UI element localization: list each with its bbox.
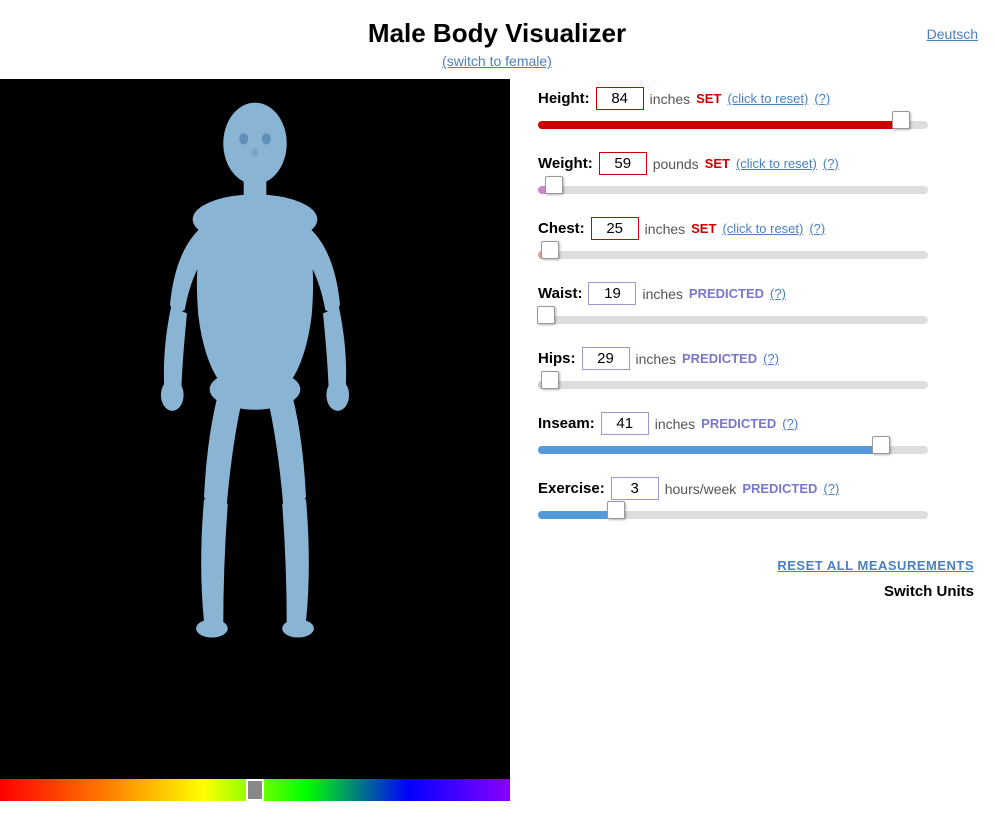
inseam-slider-track — [538, 446, 928, 454]
exercise-input[interactable] — [611, 477, 659, 500]
waist-slider[interactable] — [538, 311, 928, 329]
chest-slider-track — [538, 251, 928, 259]
color-gradient-bar[interactable] — [0, 779, 510, 801]
inseam-status: PREDICTED — [701, 416, 776, 431]
chest-help-link[interactable]: (?) — [809, 221, 825, 236]
chest-label: Chest: — [538, 220, 585, 237]
waist-label: Waist: — [538, 285, 582, 302]
weight-status: SET — [705, 156, 730, 171]
hips-input[interactable] — [582, 347, 630, 370]
exercise-label: Exercise: — [538, 480, 605, 497]
chest-input[interactable] — [591, 217, 639, 240]
main-container: Height: inches SET (click to reset) (?) … — [0, 79, 994, 801]
height-slider-thumb[interactable] — [892, 111, 910, 129]
inseam-row: Inseam: inches PREDICTED (?) — [538, 412, 974, 459]
language-selector[interactable]: Deutsch — [927, 26, 978, 42]
weight-help-link[interactable]: (?) — [823, 156, 839, 171]
weight-slider[interactable] — [538, 181, 928, 199]
chest-slider-thumb[interactable] — [541, 241, 559, 259]
inseam-slider[interactable] — [538, 441, 928, 459]
hips-unit: inches — [636, 351, 676, 367]
waist-help-link[interactable]: (?) — [770, 286, 786, 301]
weight-input[interactable] — [599, 152, 647, 175]
exercise-slider[interactable] — [538, 506, 928, 524]
hips-slider-track — [538, 381, 928, 389]
height-slider-track — [538, 121, 928, 129]
weight-reset-link[interactable]: (click to reset) — [736, 156, 817, 171]
exercise-help-link[interactable]: (?) — [823, 481, 839, 496]
waist-slider-track — [538, 316, 928, 324]
inseam-input[interactable] — [601, 412, 649, 435]
height-unit: inches — [650, 91, 690, 107]
exercise-unit: hours/week — [665, 481, 737, 497]
waist-unit: inches — [642, 286, 682, 302]
exercise-slider-fill — [538, 511, 616, 519]
body-figure — [0, 79, 510, 779]
hips-status: PREDICTED — [682, 351, 757, 366]
hips-row: Hips: inches PREDICTED (?) — [538, 347, 974, 394]
visualizer-panel — [0, 79, 510, 801]
exercise-row: Exercise: hours/week PREDICTED (?) — [538, 477, 974, 524]
height-slider[interactable] — [538, 116, 928, 134]
inseam-slider-thumb[interactable] — [872, 436, 890, 454]
weight-label: Weight: — [538, 155, 593, 172]
height-status: SET — [696, 91, 721, 106]
waist-row: Waist: inches PREDICTED (?) — [538, 282, 974, 329]
inseam-unit: inches — [655, 416, 695, 432]
height-help-link[interactable]: (?) — [814, 91, 830, 106]
chest-reset-link[interactable]: (click to reset) — [722, 221, 803, 236]
controls-panel: Height: inches SET (click to reset) (?) … — [510, 79, 994, 801]
height-slider-fill — [538, 121, 901, 129]
hips-slider-thumb[interactable] — [541, 371, 559, 389]
waist-slider-thumb[interactable] — [537, 306, 555, 324]
switch-units-button[interactable]: Switch Units — [884, 583, 974, 600]
inseam-slider-fill — [538, 446, 881, 454]
height-row: Height: inches SET (click to reset) (?) — [538, 87, 974, 134]
reset-all-button[interactable]: RESET ALL MEASUREMENTS — [777, 558, 974, 573]
waist-status: PREDICTED — [689, 286, 764, 301]
chest-slider[interactable] — [538, 246, 928, 264]
exercise-slider-track — [538, 511, 928, 519]
waist-input[interactable] — [588, 282, 636, 305]
bottom-buttons: RESET ALL MEASUREMENTS Switch Units — [538, 558, 974, 600]
chest-row: Chest: inches SET (click to reset) (?) — [538, 217, 974, 264]
chest-status: SET — [691, 221, 716, 236]
hips-help-link[interactable]: (?) — [763, 351, 779, 366]
body-model-svg — [95, 89, 415, 769]
weight-slider-thumb[interactable] — [545, 176, 563, 194]
exercise-slider-thumb[interactable] — [607, 501, 625, 519]
page-title: Male Body Visualizer — [0, 18, 994, 49]
color-bar-thumb[interactable] — [246, 779, 264, 801]
height-reset-link[interactable]: (click to reset) — [727, 91, 808, 106]
inseam-label: Inseam: — [538, 415, 595, 432]
chest-unit: inches — [645, 221, 685, 237]
hips-slider[interactable] — [538, 376, 928, 394]
height-label: Height: — [538, 90, 590, 107]
height-input[interactable] — [596, 87, 644, 110]
weight-unit: pounds — [653, 156, 699, 172]
exercise-status: PREDICTED — [742, 481, 817, 496]
weight-slider-track — [538, 186, 928, 194]
hips-label: Hips: — [538, 350, 576, 367]
weight-row: Weight: pounds SET (click to reset) (?) — [538, 152, 974, 199]
switch-gender-link[interactable]: (switch to female) — [0, 53, 994, 69]
inseam-help-link[interactable]: (?) — [782, 416, 798, 431]
